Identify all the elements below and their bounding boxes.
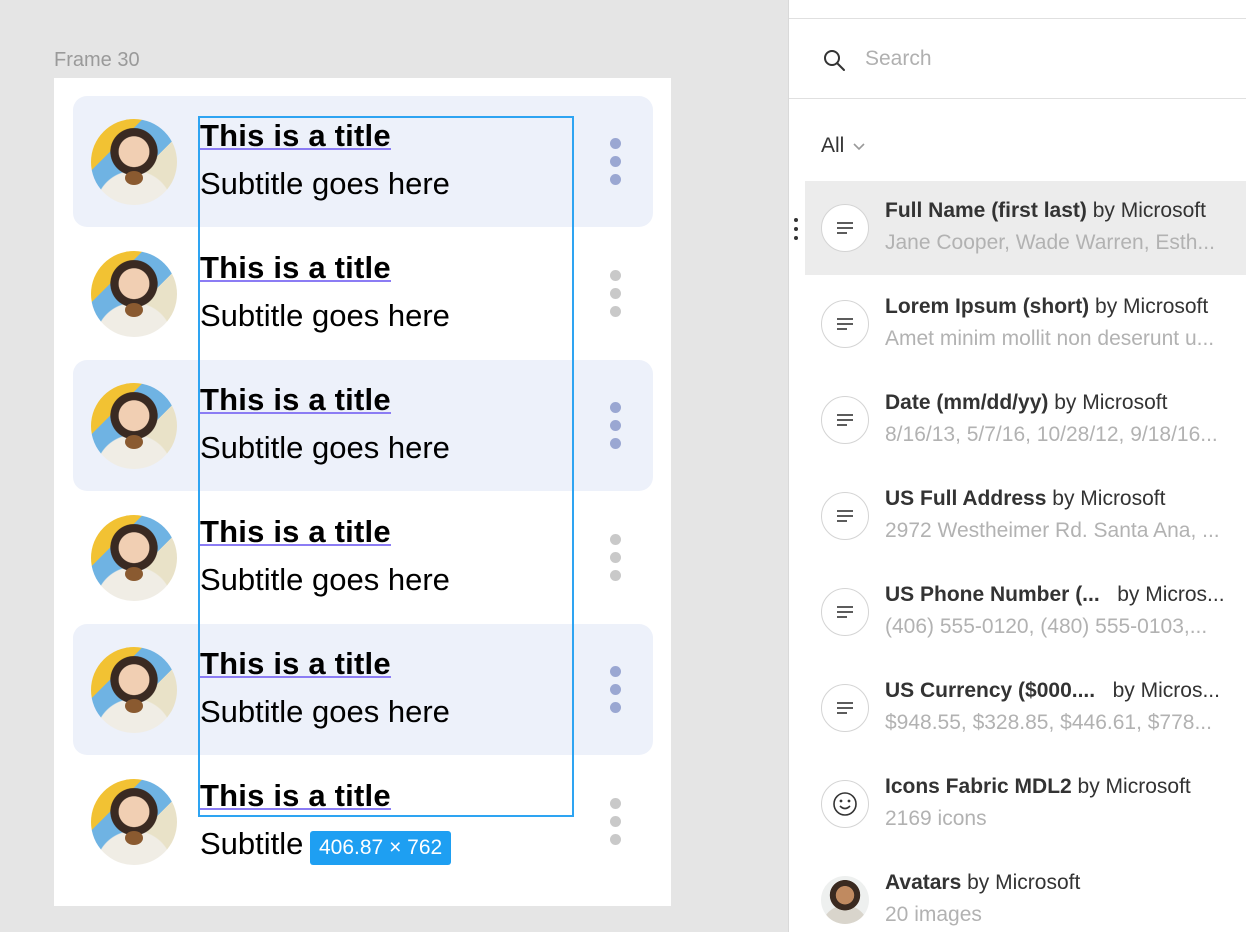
more-options-icon[interactable] <box>608 534 622 582</box>
avatar <box>91 119 177 205</box>
smiley-icon <box>821 780 869 828</box>
more-options-icon[interactable] <box>608 270 622 318</box>
avatar <box>821 876 869 924</box>
chevron-down-icon <box>853 143 865 151</box>
search-bar <box>789 19 1246 99</box>
frame-label[interactable]: Frame 30 <box>54 49 140 72</box>
text-lines-icon <box>821 492 869 540</box>
avatar <box>91 383 177 469</box>
plugin-description: (406) 555-0120, (480) 555-0103,... <box>885 615 1208 638</box>
plugin-description: 20 images <box>885 903 982 926</box>
text-lines-icon <box>821 204 869 252</box>
filter-dropdown[interactable]: All <box>821 134 866 158</box>
plugin-panel: All Full Name (first last) by Microsoft … <box>788 0 1246 932</box>
plugin-item-date[interactable]: Date (mm/dd/yy) by Microsoft 8/16/13, 5/… <box>805 373 1246 467</box>
plugin-name: Lorem Ipsum (short) by Microsoft <box>885 295 1209 318</box>
plugin-item-us-currency[interactable]: US Currency ($000.... by Micros... $948.… <box>805 661 1246 755</box>
plugin-item-lorem-ipsum[interactable]: Lorem Ipsum (short) by Microsoft Amet mi… <box>805 277 1246 371</box>
avatar <box>91 647 177 733</box>
avatar <box>91 515 177 601</box>
more-options-icon[interactable] <box>608 666 622 714</box>
filter-label: All <box>821 134 845 157</box>
plugin-item-full-name[interactable]: Full Name (first last) by Microsoft Jane… <box>805 181 1246 275</box>
plugin-name: Full Name (first last) by Microsoft <box>885 199 1206 222</box>
plugin-description: 8/16/13, 5/7/16, 10/28/12, 9/18/16... <box>885 423 1218 446</box>
plugin-name: US Phone Number (... by Micros... <box>885 583 1225 606</box>
plugin-name: US Currency ($000.... by Micros... <box>885 679 1220 702</box>
plugin-item-icons-fabric[interactable]: Icons Fabric MDL2 by Microsoft 2169 icon… <box>805 757 1246 851</box>
text-lines-icon <box>821 588 869 636</box>
search-input[interactable] <box>865 41 1225 77</box>
design-canvas[interactable]: Frame 30 This is a title Subtitle goes h… <box>0 0 788 932</box>
more-options-icon[interactable] <box>608 402 622 450</box>
plugin-item-us-phone[interactable]: US Phone Number (... by Micros... (406) … <box>805 565 1246 659</box>
search-icon <box>824 50 845 71</box>
dimensions-badge: 406.87 × 762 <box>310 831 452 865</box>
plugin-description: Amet minim mollit non deserunt u... <box>885 327 1215 350</box>
plugin-name: Icons Fabric MDL2 by Microsoft <box>885 775 1191 798</box>
text-lines-icon <box>821 300 869 348</box>
text-lines-icon <box>821 684 869 732</box>
selection-box[interactable] <box>198 116 574 817</box>
plugin-description: 2972 Westheimer Rd. Santa Ana, ... <box>885 519 1220 542</box>
avatar <box>91 251 177 337</box>
avatar <box>91 779 177 865</box>
plugin-description: Jane Cooper, Wade Warren, Esth... <box>885 231 1215 254</box>
plugin-description: $948.55, $328.85, $446.61, $778... <box>885 711 1212 734</box>
plugin-description: 2169 icons <box>885 807 987 830</box>
plugin-item-us-address[interactable]: US Full Address by Microsoft 2972 Westhe… <box>805 469 1246 563</box>
more-options-icon[interactable] <box>608 798 622 846</box>
text-lines-icon <box>821 396 869 444</box>
item-subtitle[interactable]: Subtitle <box>200 826 303 862</box>
drag-handle-icon[interactable] <box>794 218 798 240</box>
plugin-name: Date (mm/dd/yy) by Microsoft <box>885 391 1168 414</box>
plugin-name: Avatars by Microsoft <box>885 871 1081 894</box>
more-options-icon[interactable] <box>608 138 622 186</box>
plugin-name: US Full Address by Microsoft <box>885 487 1166 510</box>
plugin-item-avatars[interactable]: Avatars by Microsoft 20 images <box>805 853 1246 932</box>
